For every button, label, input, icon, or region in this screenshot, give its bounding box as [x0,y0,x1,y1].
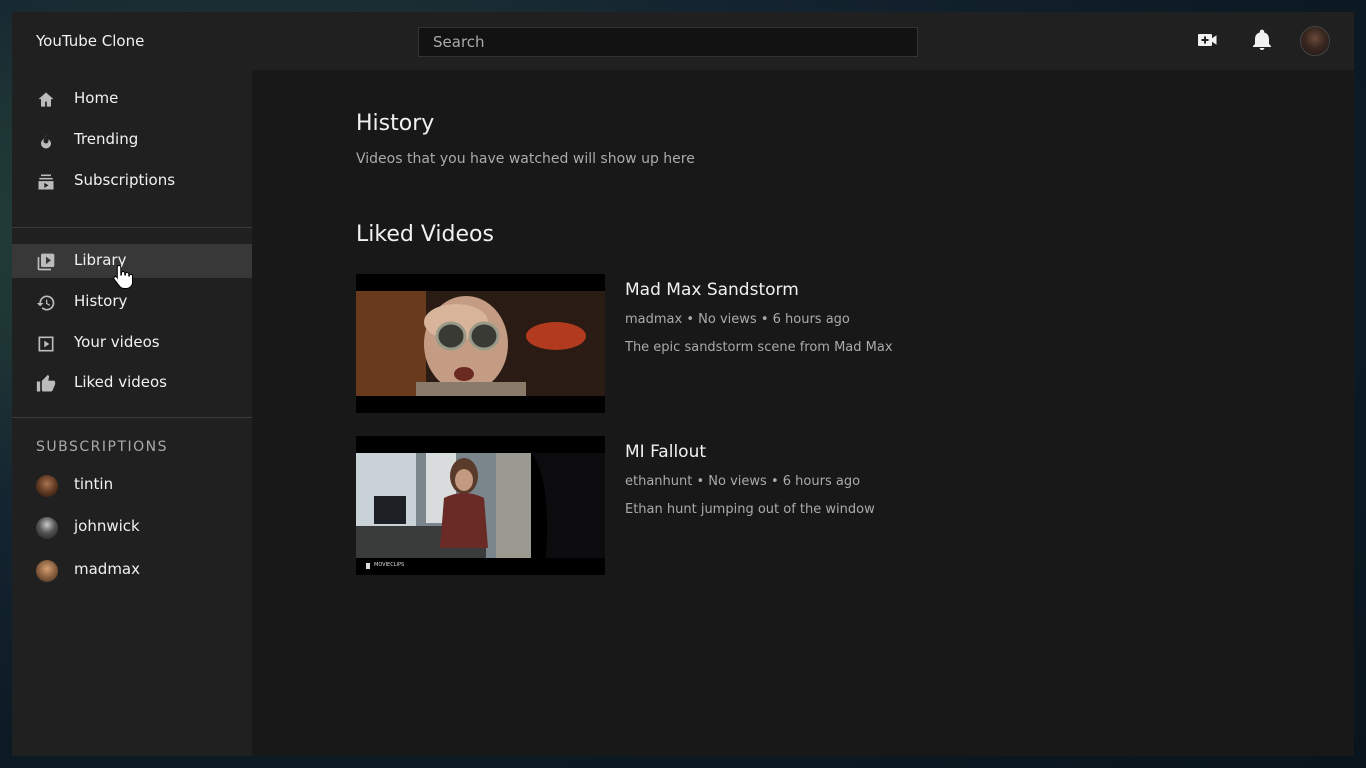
main-content: History Videos that you have watched wil… [252,70,1354,756]
sidebar-item-trending[interactable]: Trending [12,123,252,157]
top-bar: YouTube Clone [12,12,1354,70]
avatar [36,475,58,497]
avatar [36,517,58,539]
bell-icon[interactable] [1250,28,1274,52]
video-thumbnail[interactable]: MOVIECLIPS [356,436,605,575]
video-card[interactable]: MOVIECLIPS MI Fallout ethanhunt • No vie… [356,436,1056,576]
upload-time: 6 hours ago [782,474,861,489]
sidebar-item-label: Library [74,251,127,269]
video-thumbnail[interactable] [356,274,605,413]
subscription-item-tintin[interactable]: tintin [12,469,252,503]
library-icon [36,252,56,272]
history-icon [36,293,56,313]
subscriptions-icon [36,172,56,192]
sidebar-item-home[interactable]: Home [12,82,252,116]
subscription-item-madmax[interactable]: madmax [12,554,252,588]
sidebar-item-label: History [74,292,128,310]
sidebar-item-label: Home [74,89,119,107]
sidebar-item-liked-videos[interactable]: Liked videos [12,366,252,400]
video-meta: madmax • No views • 6 hours ago [625,312,850,327]
view-count: No views [698,312,757,327]
flame-icon [36,131,56,151]
avatar [36,560,58,582]
app-window: YouTube Clone Home Trending Subsc [12,12,1354,756]
search-input[interactable] [418,27,918,57]
sidebar-item-label: Liked videos [74,373,167,391]
sidebar-divider [12,417,252,418]
history-title: History [356,111,435,136]
sidebar-item-history[interactable]: History [12,285,252,319]
sidebar-divider [12,227,252,228]
thumbs-up-icon [36,374,56,394]
sidebar: Home Trending Subscriptions Library Hist… [12,70,252,756]
subscriptions-heading: SUBSCRIPTIONS [36,439,169,455]
history-subtitle: Videos that you have watched will show u… [356,151,695,167]
sidebar-item-label: Your videos [74,333,160,351]
liked-videos-title: Liked Videos [356,222,494,247]
video-camera-icon[interactable] [1196,28,1220,52]
your-videos-icon [36,334,56,354]
video-card[interactable]: Mad Max Sandstorm madmax • No views • 6 … [356,274,1056,414]
video-description: Ethan hunt jumping out of the window [625,502,875,517]
app-title[interactable]: YouTube Clone [36,32,144,50]
sidebar-item-label: Subscriptions [74,171,176,189]
video-title[interactable]: MI Fallout [625,442,706,462]
upload-time: 6 hours ago [772,312,850,327]
home-icon [36,90,56,110]
subscription-name: johnwick [74,517,140,535]
subscription-name: tintin [74,475,114,493]
sidebar-item-library[interactable]: Library [12,244,252,278]
video-title[interactable]: Mad Max Sandstorm [625,280,799,300]
view-count: No views [708,474,767,489]
channel-name[interactable]: ethanhunt [625,474,692,489]
sidebar-item-your-videos[interactable]: Your videos [12,326,252,360]
subscription-item-johnwick[interactable]: johnwick [12,511,252,545]
video-meta: ethanhunt • No views • 6 hours ago [625,474,861,489]
video-description: The epic sandstorm scene from Mad Max [625,340,893,355]
user-avatar[interactable] [1300,26,1330,56]
subscription-name: madmax [74,560,141,578]
sidebar-item-subscriptions[interactable]: Subscriptions [12,164,252,198]
sidebar-item-label: Trending [74,130,139,148]
channel-name[interactable]: madmax [625,312,682,327]
thumbnail-watermark: MOVIECLIPS [374,562,405,568]
